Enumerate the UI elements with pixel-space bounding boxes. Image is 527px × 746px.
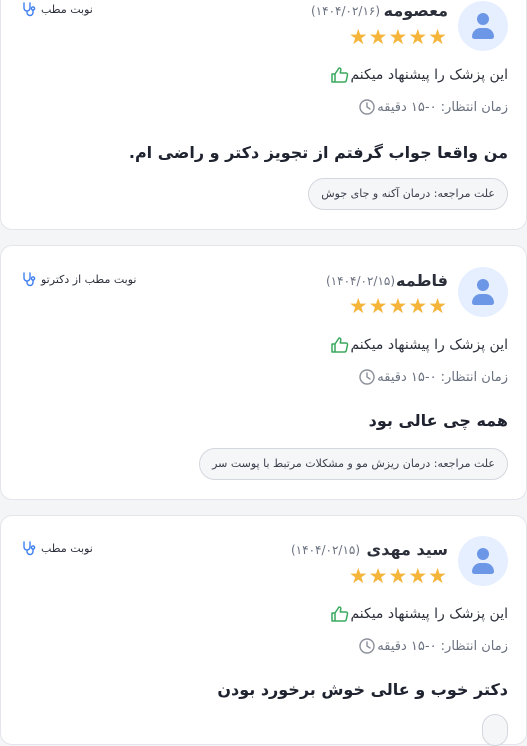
review-date: (۱۴۰۴/۰۲/۱۵) — [326, 274, 396, 288]
visit-reason-chip — [482, 714, 508, 746]
avatar — [458, 267, 508, 317]
clock-icon — [357, 367, 377, 387]
avatar — [458, 536, 508, 586]
thumbs-up-icon — [330, 335, 350, 355]
reviewer-name: سید مهدی — [366, 540, 448, 559]
appointment-type: نوبت مطب از دکترتو — [21, 271, 136, 287]
recommend-row: این پزشک را پیشنهاد میکنم — [324, 65, 508, 85]
appointment-type: نوبت مطب — [21, 1, 93, 17]
review-date: (۱۴۰۴/۰۲/۱۶) — [311, 4, 381, 18]
review-card: سید مهدی (۱۴۰۴/۰۲/۱۵) ★★★★★ نوبت مطب این… — [0, 515, 527, 746]
review-comment: من واقعا جواب گرفتم از تجویز دکتر و راضی… — [128, 143, 508, 162]
avatar — [458, 1, 508, 51]
wait-time-row: زمان انتظار: ۰-۱۵ دقیقه — [351, 97, 508, 117]
clock-icon — [357, 636, 377, 656]
reviewer-name: فاطمه — [396, 271, 448, 290]
review-date: (۱۴۰۴/۰۲/۱۵) — [291, 543, 361, 557]
recommend-text: این پزشک را پیشنهاد میکنم — [350, 67, 508, 83]
rating-stars: ★★★★★ — [348, 25, 448, 49]
recommend-row: این پزشک را پیشنهاد میکنم — [324, 335, 508, 355]
appointment-type-label: نوبت مطب از دکترتو — [41, 272, 137, 286]
appointment-type-label: نوبت مطب — [41, 541, 93, 555]
appointment-type-label: نوبت مطب — [41, 2, 93, 16]
stethoscope-icon — [21, 271, 37, 287]
wait-time-row: زمان انتظار: ۰-۱۵ دقیقه — [351, 636, 508, 656]
reviewer-name: معصومه — [383, 1, 448, 20]
appointment-type: نوبت مطب — [21, 540, 93, 556]
wait-time-text: زمان انتظار: ۰-۱۵ دقیقه — [377, 638, 508, 654]
review-card: معصومه (۱۴۰۴/۰۲/۱۶) ★★★★★ نوبت مطب این پ… — [0, 0, 527, 230]
review-comment: دکتر خوب و عالی خوش برخورد بودن — [217, 680, 508, 699]
stethoscope-icon — [21, 540, 37, 556]
recommend-text: این پزشک را پیشنهاد میکنم — [350, 337, 508, 353]
wait-time-row: زمان انتظار: ۰-۱۵ دقیقه — [351, 367, 508, 387]
visit-reason-chip: علت مراجعه: درمان ریزش مو و مشکلات مرتبط… — [199, 448, 508, 480]
rating-stars: ★★★★★ — [348, 564, 448, 588]
clock-icon — [357, 97, 377, 117]
recommend-text: این پزشک را پیشنهاد میکنم — [350, 606, 508, 622]
review-card: فاطمه (۱۴۰۴/۰۲/۱۵) ★★★★★ نوبت مطب از دکت… — [0, 245, 527, 500]
wait-time-text: زمان انتظار: ۰-۱۵ دقیقه — [377, 369, 508, 385]
wait-time-text: زمان انتظار: ۰-۱۵ دقیقه — [377, 99, 508, 115]
thumbs-up-icon — [330, 65, 350, 85]
rating-stars: ★★★★★ — [348, 294, 448, 318]
recommend-row: این پزشک را پیشنهاد میکنم — [324, 604, 508, 624]
thumbs-up-icon — [330, 604, 350, 624]
stethoscope-icon — [21, 1, 37, 17]
visit-reason-chip: علت مراجعه: درمان آکنه و جای جوش — [308, 178, 508, 210]
review-comment: همه چی عالی بود — [368, 411, 508, 430]
